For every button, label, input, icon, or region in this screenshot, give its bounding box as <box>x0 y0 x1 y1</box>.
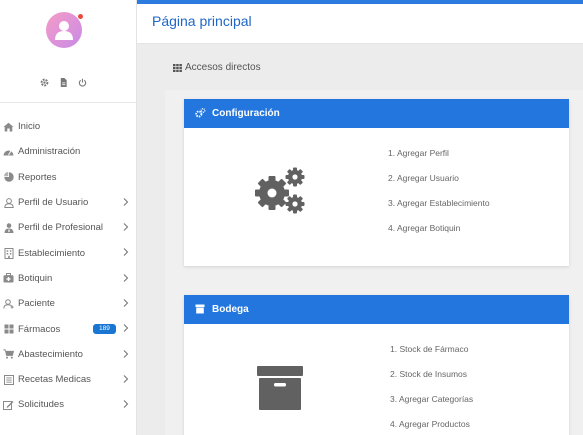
link-agregar-usuario[interactable]: 2. Agregar Usuario <box>388 166 490 191</box>
chevron-right-icon <box>123 400 129 409</box>
user-tools <box>40 74 87 87</box>
sidebar-item-establecimiento[interactable]: Establecimiento <box>0 240 137 265</box>
sidebar-item-recetas[interactable]: Recetas Medicas <box>0 367 137 392</box>
cogs-icon <box>255 167 305 214</box>
list-icon <box>3 374 14 385</box>
link-stock-insumos[interactable]: 2. Stock de Insumos <box>390 362 473 387</box>
chevron-right-icon <box>123 198 129 206</box>
building-icon <box>3 247 14 259</box>
medkit-icon <box>3 273 14 284</box>
patient-icon <box>3 298 14 309</box>
user-icon <box>3 197 14 208</box>
sidebar-item-label: Paciente <box>18 298 55 310</box>
user-doctor-icon <box>3 222 14 233</box>
dashboard-icon <box>3 146 14 157</box>
archive-icon <box>195 304 206 315</box>
sidebar-item-paciente[interactable]: Paciente <box>0 291 137 316</box>
sidebar-item-label: Abastecimiento <box>18 348 83 360</box>
cogs-icon <box>195 108 206 119</box>
card-title: Configuración <box>212 108 280 119</box>
sidebar: Inicio Administración Reportes Perfil de… <box>0 0 137 435</box>
chevron-right-icon <box>123 349 129 358</box>
link-agregar-botiquin[interactable]: 4. Agregar Botiquin <box>388 216 490 241</box>
sidebar-item-label: Recetas Medicas <box>18 374 91 386</box>
sidebar-item-label: Inicio <box>18 121 41 133</box>
sidebar-item-label: Fármacos <box>18 323 61 335</box>
chevron-right-icon <box>123 375 129 383</box>
link-agregar-establecimiento[interactable]: 3. Agregar Establecimiento <box>388 191 490 216</box>
archive-icon <box>257 366 303 410</box>
count-badge: 189 <box>93 324 116 335</box>
chevron-right-icon <box>123 248 129 257</box>
section-label-text: Accesos directos <box>185 62 261 73</box>
card-links: 1. Agregar Perfil 2. Agregar Usuario 3. … <box>388 141 490 241</box>
gear-icon[interactable] <box>40 74 49 87</box>
page-title: Página principal <box>152 13 252 29</box>
pills-icon <box>3 324 14 335</box>
sidebar-divider <box>0 102 137 103</box>
link-stock-farmaco[interactable]: 1. Stock de Fármaco <box>390 337 473 362</box>
link-agregar-productos[interactable]: 4. Agregar Productos <box>390 412 473 435</box>
sidebar-item-abastecimiento[interactable]: Abastecimiento <box>0 342 137 367</box>
sidebar-item-perfil-profesional[interactable]: Perfil de Profesional <box>0 215 137 240</box>
sidebar-item-label: Reportes <box>18 171 57 183</box>
sidebar-item-farmacos[interactable]: Fármacos 189 <box>0 316 137 341</box>
chevron-right-icon <box>123 223 129 232</box>
sidebar-item-label: Establecimiento <box>18 247 86 259</box>
sidebar-item-label: Administración <box>18 146 81 158</box>
home-icon <box>3 121 14 132</box>
card-header: Configuración <box>184 99 569 128</box>
sidebar-item-inicio[interactable]: Inicio <box>0 114 137 139</box>
sidebar-item-solicitudes[interactable]: Solicitudes <box>0 392 137 417</box>
header: Página principal <box>137 4 583 44</box>
file-icon[interactable] <box>59 74 68 87</box>
status-dot <box>78 14 83 19</box>
sidebar-item-label: Perfil de Usuario <box>18 197 89 209</box>
sidebar-item-reportes[interactable]: Reportes <box>0 165 137 190</box>
sidebar-item-label: Perfil de Profesional <box>18 222 104 234</box>
user-avatar-icon <box>55 21 73 40</box>
avatar[interactable] <box>46 12 82 48</box>
card-bodega: Bodega 1. Stock de Fármaco 2. Stock de I… <box>184 295 569 435</box>
sidebar-item-label: Botiquin <box>18 272 53 284</box>
sidebar-item-perfil-usuario[interactable]: Perfil de Usuario <box>0 190 137 215</box>
pie-chart-icon <box>3 172 14 183</box>
power-icon[interactable] <box>78 74 87 87</box>
sidebar-menu: Inicio Administración Reportes Perfil de… <box>0 114 137 418</box>
edit-icon <box>3 399 14 410</box>
section-label: Accesos directos <box>173 62 261 73</box>
card-title: Bodega <box>212 304 249 315</box>
card-header: Bodega <box>184 295 569 324</box>
th-icon <box>173 63 182 72</box>
link-agregar-categorias[interactable]: 3. Agregar Categorías <box>390 387 473 412</box>
chevron-right-icon <box>123 299 129 307</box>
card-configuracion: Configuración 1. Agregar Perfil 2. Agreg… <box>184 99 569 266</box>
sidebar-item-administracion[interactable]: Administración <box>0 139 137 164</box>
sidebar-item-botiquin[interactable]: Botiquin <box>0 266 137 291</box>
card-links: 1. Stock de Fármaco 2. Stock de Insumos … <box>390 337 473 435</box>
sidebar-item-label: Solicitudes <box>18 399 64 411</box>
chevron-right-icon <box>123 273 129 282</box>
cart-icon <box>3 349 14 360</box>
link-agregar-perfil[interactable]: 1. Agregar Perfil <box>388 141 490 166</box>
chevron-right-icon <box>123 324 129 333</box>
